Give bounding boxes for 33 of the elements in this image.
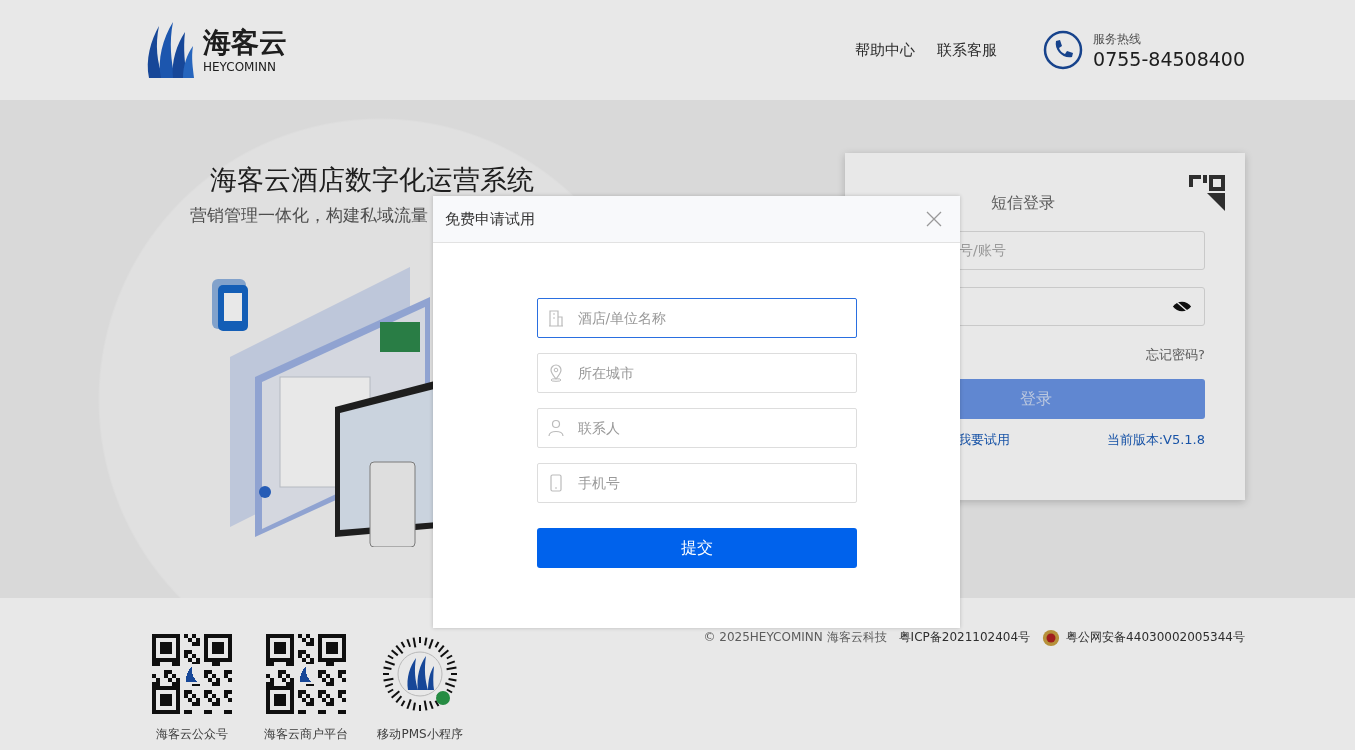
qr-caption: 海客云商户平台: [264, 726, 348, 743]
forgot-password-link[interactable]: 忘记密码?: [1146, 346, 1205, 364]
qr-caption: 移动PMS小程序: [377, 726, 463, 743]
field-icon: [547, 419, 564, 437]
field-icon: [547, 474, 564, 492]
logo-name: 海客云: [203, 26, 287, 60]
version-text: 当前版本:V5.1.8: [1106, 431, 1205, 449]
hero-subtitle: 营销管理一体化，构建私域流量: [190, 205, 428, 228]
hotline-label: 服务热线: [1093, 30, 1143, 48]
qr-code-icon: [152, 634, 232, 714]
police-badge-icon: [1042, 629, 1061, 647]
field-icon: [547, 364, 564, 382]
logo-icon: [145, 20, 195, 80]
qr-caption: 海客云公众号: [156, 726, 228, 743]
nav-link[interactable]: 帮助中心: [855, 40, 916, 60]
hotline-number: 0755-84508400: [1093, 47, 1245, 70]
dialog-title: 免费申请试用: [445, 209, 535, 229]
nav-link[interactable]: 联系客服: [937, 40, 998, 60]
login-title[interactable]: 短信登录: [990, 193, 1055, 214]
input-field[interactable]: 酒店/单位名称: [536, 298, 857, 338]
close-button[interactable]: [924, 209, 944, 229]
phone-icon: [1043, 30, 1084, 70]
qr-corner-icon[interactable]: [1189, 175, 1225, 211]
qr-code-icon: [266, 634, 346, 714]
icp-link[interactable]: 粤ICP备2021102404号: [898, 629, 1031, 646]
hero-title: 海客云酒店数字化运营系统: [210, 164, 534, 196]
copyright-text: © 2025HEYCOMINN 海客云科技: [703, 629, 887, 646]
field-icon: [547, 309, 564, 327]
submit-button[interactable]: 提交: [536, 528, 857, 568]
mini-program-code-icon: [380, 634, 460, 714]
eye-hidden-icon[interactable]: [1172, 300, 1192, 313]
logo-subtitle: HEYCOMINN: [203, 60, 277, 74]
police-record-link[interactable]: 粤公网安备44030002005344号: [1066, 629, 1245, 646]
